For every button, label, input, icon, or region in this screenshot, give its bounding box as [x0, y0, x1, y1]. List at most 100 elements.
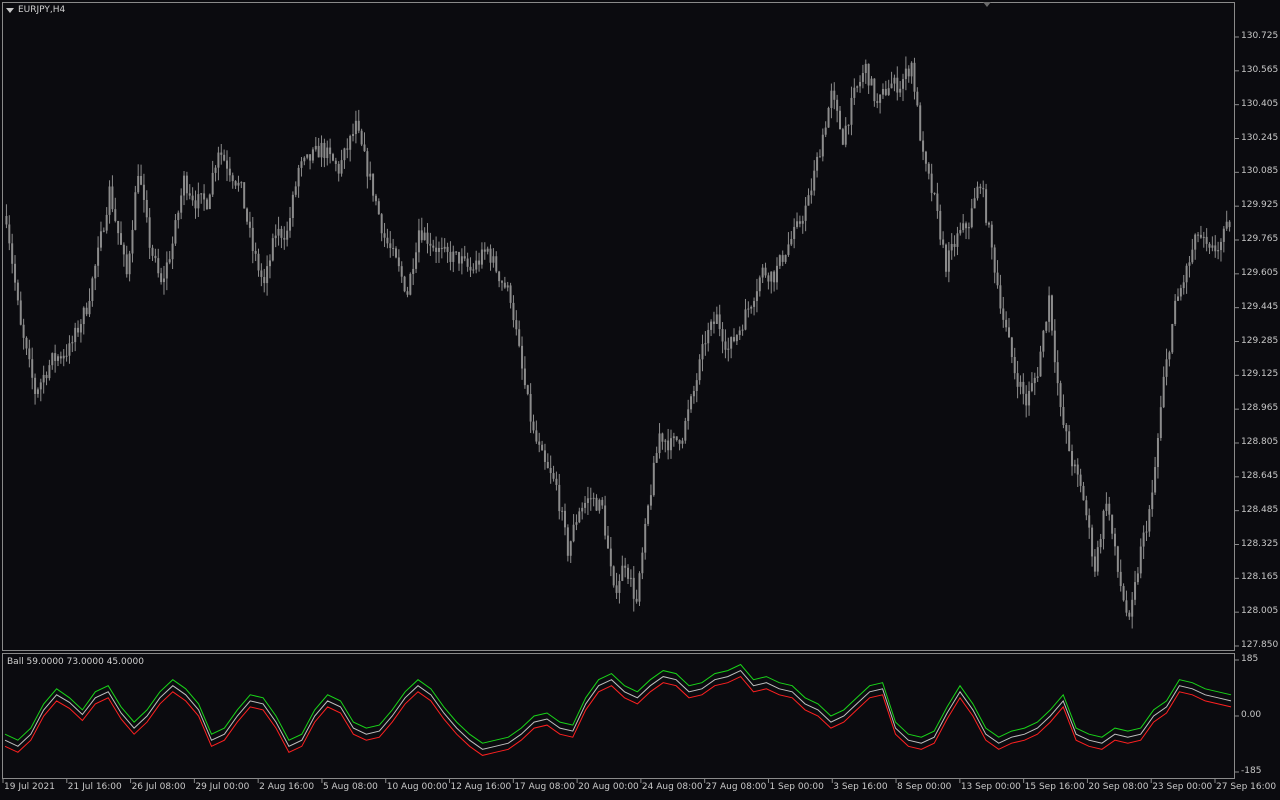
candle — [237, 175, 240, 192]
candle — [781, 250, 784, 267]
candle — [793, 218, 796, 249]
candle — [784, 254, 787, 264]
time-tick-label: 2 Aug 16:00 — [259, 782, 315, 792]
candle — [45, 371, 48, 386]
candle — [406, 286, 409, 298]
candle — [738, 326, 741, 340]
candle — [1142, 525, 1145, 560]
candle — [695, 373, 698, 403]
candle — [767, 272, 770, 290]
candle — [478, 252, 481, 272]
candle — [426, 223, 429, 254]
candle — [117, 220, 120, 245]
candle — [1013, 347, 1016, 380]
candle — [495, 251, 498, 274]
candle — [326, 140, 329, 166]
candle — [131, 220, 134, 263]
price-tick-label: 128.965 — [1241, 403, 1279, 414]
candle — [363, 132, 366, 152]
candle — [377, 198, 380, 215]
candle — [644, 518, 647, 560]
candle — [114, 197, 117, 223]
candle — [300, 156, 303, 177]
candle — [323, 138, 326, 168]
candle — [827, 106, 830, 128]
candle — [1119, 559, 1122, 592]
candle — [214, 165, 217, 182]
candle — [498, 270, 501, 288]
candle — [867, 63, 870, 94]
candle — [88, 288, 91, 318]
candle — [1128, 610, 1131, 620]
candle — [1113, 527, 1116, 556]
candle — [747, 301, 750, 318]
candle — [329, 138, 332, 164]
candle — [589, 487, 592, 511]
candle — [386, 228, 389, 249]
candle — [959, 222, 962, 236]
candle — [389, 231, 392, 258]
candle — [753, 297, 756, 316]
candle — [211, 160, 214, 198]
candle — [309, 154, 312, 170]
candle — [334, 157, 337, 172]
chart-canvas — [2, 36, 1239, 783]
candle — [1085, 495, 1088, 521]
candle — [1168, 350, 1171, 367]
candle — [366, 147, 369, 189]
candle — [11, 233, 14, 274]
candle — [635, 589, 638, 604]
candle — [1136, 567, 1139, 585]
candle — [592, 492, 595, 507]
candle — [1165, 348, 1168, 386]
candle — [97, 236, 100, 278]
candle — [1219, 238, 1222, 262]
candle — [234, 180, 237, 190]
candle — [203, 184, 206, 211]
candle — [1053, 319, 1056, 373]
price-tick-label: 129.125 — [1241, 369, 1279, 380]
candle — [16, 279, 19, 306]
candle — [369, 161, 372, 181]
candle — [260, 263, 263, 287]
candle — [967, 222, 970, 240]
candle — [569, 540, 572, 564]
candle — [1116, 545, 1119, 578]
candle — [521, 336, 524, 380]
candle — [423, 227, 426, 241]
candle — [443, 238, 446, 253]
candle — [246, 207, 249, 225]
candle — [710, 319, 713, 337]
candle — [1159, 395, 1162, 441]
candle — [1105, 492, 1108, 517]
price-tick-label: 129.925 — [1241, 200, 1279, 211]
candle — [627, 564, 630, 584]
candle — [432, 239, 435, 252]
candle — [962, 214, 965, 233]
candle — [14, 255, 17, 291]
candle — [1102, 509, 1105, 550]
candle — [1208, 242, 1211, 254]
candle — [543, 443, 546, 470]
candle — [1131, 591, 1134, 629]
candle — [615, 572, 618, 599]
candle — [876, 93, 879, 109]
candle — [647, 504, 650, 527]
candle — [197, 182, 200, 218]
candle — [506, 281, 509, 292]
time-tick-label: 12 Aug 16:00 — [450, 782, 512, 792]
candle — [289, 206, 292, 238]
candle — [810, 178, 813, 204]
candle — [518, 320, 521, 348]
candle — [690, 393, 693, 413]
candle — [303, 156, 306, 166]
indicator-line — [4, 669, 1232, 750]
candle — [624, 557, 627, 578]
candle — [652, 455, 655, 497]
candle — [787, 232, 790, 257]
candle — [503, 276, 506, 289]
candle — [741, 324, 744, 336]
candle — [523, 356, 526, 389]
candle — [581, 502, 584, 520]
candle — [317, 137, 320, 158]
